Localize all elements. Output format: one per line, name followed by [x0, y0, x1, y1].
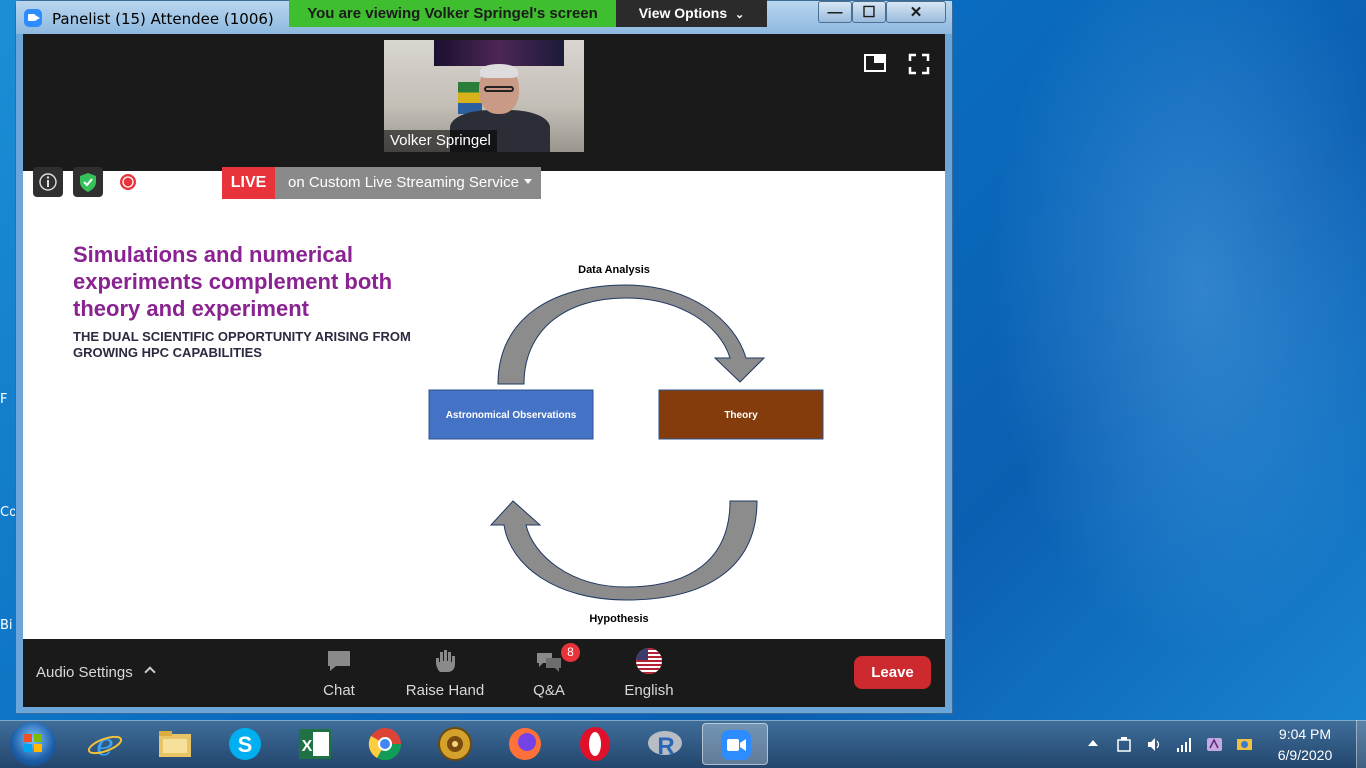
recording-indicator	[113, 167, 143, 197]
svg-text:X: X	[302, 738, 313, 755]
skype-icon: S	[229, 728, 261, 760]
live-badge[interactable]: LIVE	[222, 167, 275, 199]
encryption-button[interactable]	[73, 167, 103, 197]
diagram-top-label: Data Analysis	[578, 264, 650, 276]
taskbar-file-explorer[interactable]	[155, 723, 195, 765]
record-icon	[120, 174, 136, 190]
raise-hand-button[interactable]: Raise Hand	[400, 645, 490, 703]
tray-app-icon[interactable]	[1206, 736, 1223, 753]
view-options-label: View Options	[638, 5, 728, 21]
start-button[interactable]	[10, 722, 56, 766]
maximize-button[interactable]: ☐	[852, 1, 886, 23]
chrome-icon	[368, 728, 402, 761]
observations-box-label: Astronomical Observations	[446, 410, 577, 421]
audio-settings-button[interactable]: Audio Settings	[36, 664, 133, 681]
taskbar-zoom[interactable]	[702, 723, 768, 765]
diagram-bottom-label: Hypothesis	[589, 613, 648, 625]
windows-logo-icon	[24, 734, 42, 752]
chevron-down-icon: ⌄	[735, 9, 745, 21]
chat-button[interactable]: Chat	[294, 645, 384, 703]
slide-title: Simulations and numerical experiments co…	[73, 242, 393, 321]
show-desktop-button[interactable]	[1356, 720, 1366, 768]
hand-icon	[436, 650, 455, 672]
svg-text:S: S	[238, 732, 253, 757]
us-flag-icon	[636, 648, 662, 674]
taskbar-r[interactable]: R	[645, 723, 685, 765]
chat-label: Chat	[323, 682, 355, 699]
view-options-button[interactable]: View Options ⌄	[616, 0, 767, 27]
firefox-icon	[509, 728, 541, 760]
taskbar-app[interactable]	[435, 723, 475, 765]
desktop-icon-label[interactable]: Bi	[0, 618, 13, 633]
desktop-icon-label[interactable]: F	[0, 392, 7, 407]
language-label: English	[624, 682, 674, 699]
info-icon	[39, 173, 57, 191]
fullscreen-button[interactable]	[908, 53, 930, 75]
excel-icon: X	[299, 729, 331, 759]
fullscreen-icon	[908, 53, 930, 75]
speaker-video-tile[interactable]: Volker Springel	[384, 40, 584, 152]
compass-app-icon	[438, 727, 472, 761]
window-title: Panelist (15) Attendee (1006)	[52, 10, 274, 28]
shield-icon	[80, 173, 96, 192]
power-icon[interactable]	[1116, 736, 1133, 753]
speaker-hair	[480, 64, 518, 78]
qa-label: Q&A	[533, 682, 565, 699]
chat-icon	[328, 651, 350, 671]
minimize-icon: —	[827, 4, 843, 21]
taskbar-firefox[interactable]	[505, 723, 545, 765]
network-signal-icon[interactable]	[1176, 736, 1193, 753]
theory-box-label: Theory	[724, 410, 758, 421]
volume-icon[interactable]	[1146, 736, 1163, 753]
qa-button[interactable]: Q&A	[504, 645, 594, 703]
minimize-button[interactable]: —	[818, 1, 852, 23]
top-arrow	[497, 284, 766, 385]
tray-app-icon[interactable]	[1236, 736, 1253, 753]
clock-time[interactable]: 9:04 PM	[1265, 726, 1345, 742]
taskbar-excel[interactable]: X	[295, 723, 335, 765]
taskbar-opera[interactable]	[575, 723, 615, 765]
clock-date[interactable]: 6/9/2020	[1265, 747, 1345, 763]
picture-in-picture-button[interactable]	[864, 54, 886, 72]
leave-button[interactable]: Leave	[854, 656, 931, 689]
taskbar-chrome[interactable]	[365, 723, 405, 765]
taskbar-skype[interactable]: S	[225, 723, 265, 765]
picture-in-picture-icon	[864, 54, 886, 72]
opera-icon	[580, 727, 610, 761]
qa-count-badge: 8	[561, 643, 580, 662]
speaker-glasses	[484, 86, 514, 92]
desktop-wallpaper-glow	[952, 0, 1366, 720]
live-stream-service-dropdown[interactable]: on Custom Live Streaming Service	[275, 167, 541, 199]
bottom-arrow	[489, 500, 758, 601]
language-button[interactable]: English	[604, 645, 694, 703]
cycle-diagram: Data Analysis Astronomical Observations …	[428, 264, 824, 625]
zoom-icon	[721, 730, 751, 760]
maximize-icon: ☐	[862, 4, 876, 21]
svg-text:R: R	[657, 733, 674, 760]
r-icon: R	[648, 731, 682, 760]
internet-explorer-icon: e	[87, 728, 123, 763]
screen-share-banner: You are viewing Volker Springel's screen	[289, 0, 616, 27]
folder-icon	[159, 731, 191, 757]
speaker-name-label: Volker Springel	[384, 130, 497, 152]
qa-icon	[537, 653, 561, 672]
zoom-app-icon	[24, 9, 42, 27]
dropdown-caret-icon	[524, 179, 532, 184]
taskbar-internet-explorer[interactable]: e	[85, 723, 125, 765]
slide-subtitle: THE DUAL SCIENTIFIC OPPORTUNITY ARISING …	[73, 329, 411, 360]
close-button[interactable]: ✕	[886, 1, 946, 23]
raise-hand-label: Raise Hand	[405, 682, 485, 699]
show-hidden-icons-button[interactable]	[1088, 740, 1098, 746]
svg-text:e: e	[96, 728, 114, 763]
meeting-info-button[interactable]	[33, 167, 63, 197]
close-icon: ✕	[909, 4, 923, 21]
wall-poster	[434, 40, 564, 66]
